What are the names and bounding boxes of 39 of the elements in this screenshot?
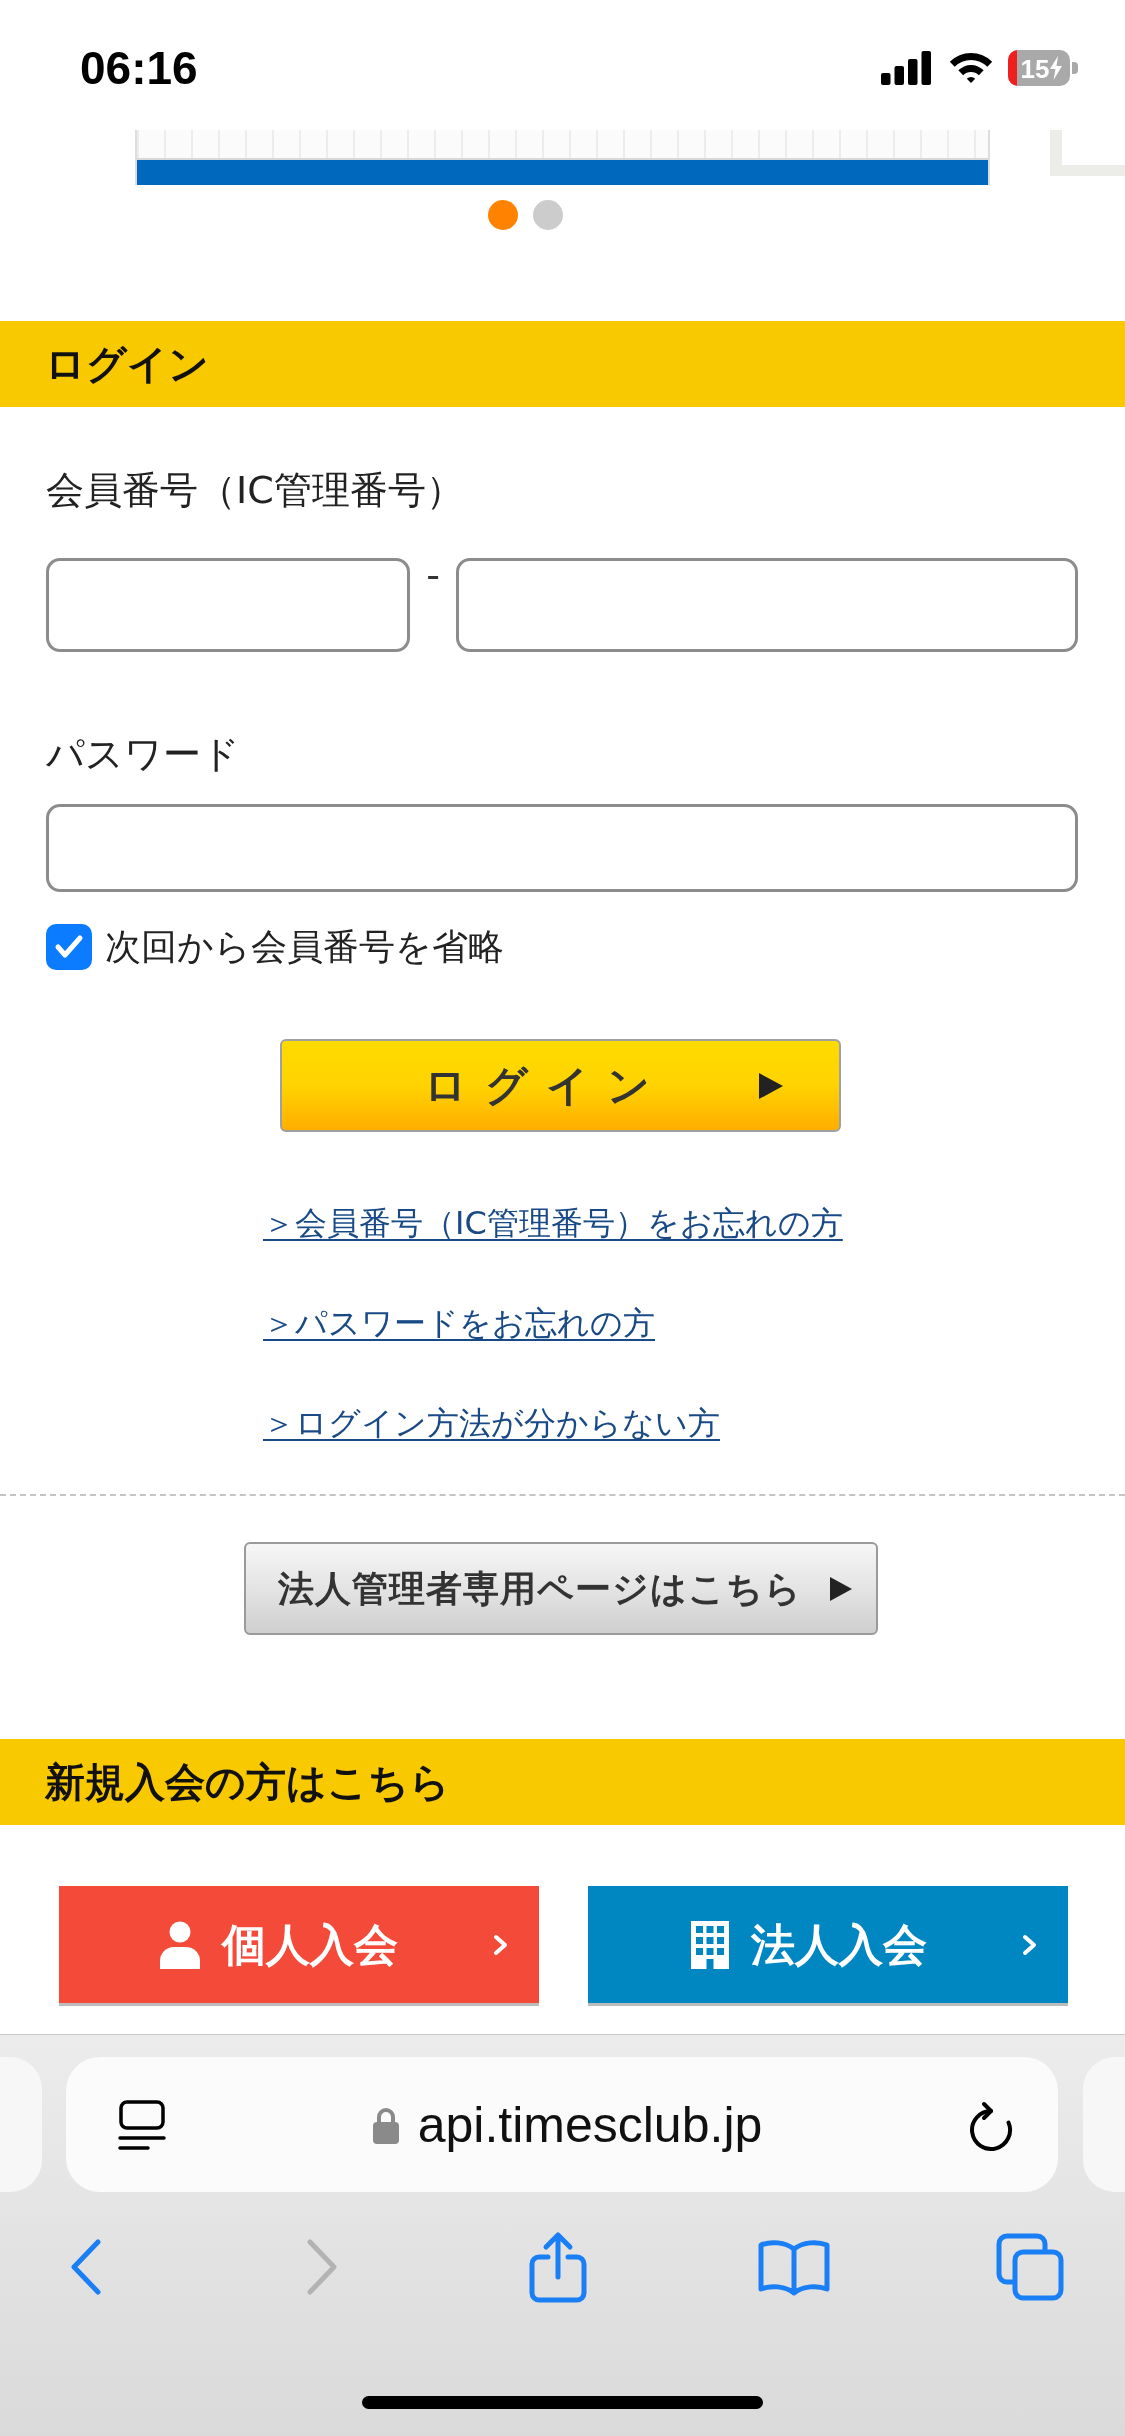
carousel-dot[interactable] — [533, 200, 563, 230]
password-field[interactable] — [46, 804, 1078, 892]
signup-button[interactable]: 法人入会 — [588, 1886, 1068, 2006]
section-heading: 新規入会の方はこちら — [0, 1739, 1125, 1825]
chevron-right-icon — [493, 1933, 509, 1956]
building-icon — [689, 1920, 731, 1969]
corporate-admin-button[interactable]: 法人管理者専用ページはこちら — [244, 1542, 878, 1635]
status-time: 06:16 — [80, 41, 198, 95]
checkbox-label: 次回から会員番号を省略 — [105, 925, 504, 969]
lock-icon — [371, 2105, 400, 2144]
login-button[interactable]: ログイン — [280, 1039, 841, 1132]
carousel-dot[interactable] — [488, 200, 518, 230]
separator-text: - — [425, 558, 441, 592]
triangle-icon — [759, 1072, 783, 1099]
section-heading: ログイン — [0, 321, 1125, 407]
text-link[interactable]: ＞パスワードをお忘れの方 — [263, 1302, 655, 1344]
input-field[interactable] — [46, 558, 410, 652]
address-bar[interactable]: api.timesclub.jp — [66, 2057, 1058, 2192]
text-link[interactable]: ＞ログイン方法が分からない方 — [263, 1402, 720, 1444]
signup-button[interactable]: 個人入会 — [59, 1886, 539, 2006]
text-link[interactable]: ＞会員番号（IC管理番号）をお忘れの方 — [263, 1202, 843, 1244]
share-icon[interactable] — [529, 2231, 587, 2303]
banner-image[interactable] — [135, 130, 990, 185]
field-label: パスワード — [46, 731, 240, 778]
triangle-icon — [830, 1576, 852, 1601]
battery-indicator: 15 — [1008, 50, 1078, 86]
chevron-right-icon — [1022, 1933, 1038, 1956]
input-field[interactable] — [456, 558, 1078, 652]
signal-icon — [881, 51, 931, 85]
url-text: api.timesclub.jp — [417, 2095, 763, 2154]
book-icon[interactable] — [758, 2238, 830, 2296]
page-menu-icon[interactable] — [118, 2098, 166, 2151]
field-label: 会員番号（IC管理番号） — [46, 467, 464, 514]
checkbox[interactable] — [46, 923, 92, 970]
back-icon[interactable] — [69, 2238, 103, 2296]
wifi-icon — [949, 52, 993, 84]
checkmark-icon — [54, 933, 84, 960]
person-icon — [160, 1920, 200, 1969]
tabs-icon[interactable] — [996, 2233, 1064, 2301]
